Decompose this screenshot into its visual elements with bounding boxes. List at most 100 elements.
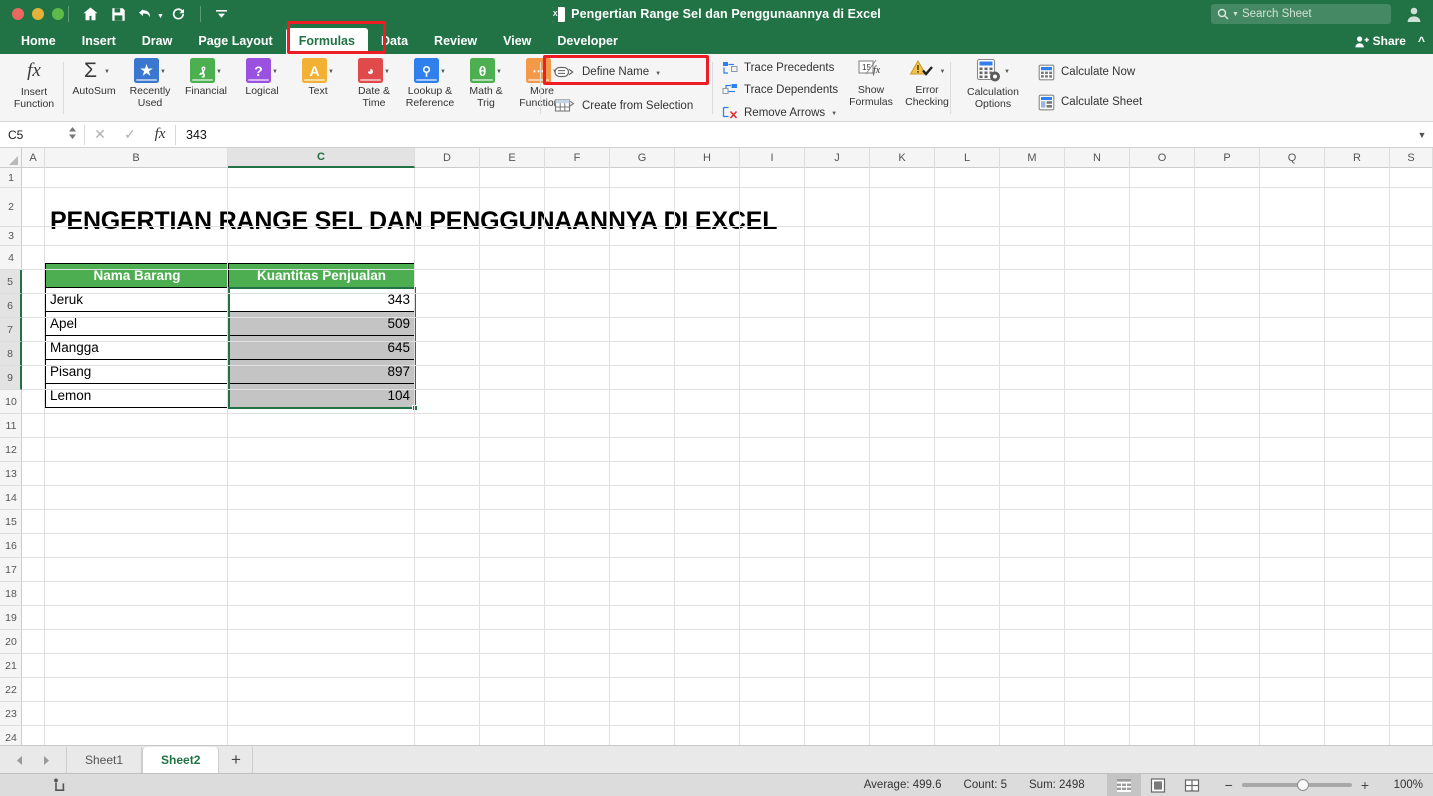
chevron-down-icon[interactable]: ▼ bbox=[384, 69, 390, 75]
remove-arrows-button[interactable]: Remove Arrows ▼ bbox=[718, 104, 841, 122]
chevron-down-icon[interactable]: ▼ bbox=[328, 69, 334, 75]
lookup-reference-button[interactable]: ⚲ ▼ Lookup & Reference bbox=[402, 54, 458, 109]
sheet-tab-sheet1[interactable]: Sheet1 bbox=[66, 747, 143, 773]
account-icon[interactable] bbox=[1405, 5, 1423, 28]
minimize-window-button[interactable] bbox=[32, 8, 44, 20]
cell-kuantitas-penjualan[interactable]: 104 bbox=[228, 383, 415, 408]
row-header-19[interactable]: 19 bbox=[0, 606, 22, 630]
tab-view[interactable]: View bbox=[490, 28, 544, 54]
chevron-down-icon[interactable]: ▼ bbox=[160, 69, 166, 75]
cell-nama-barang[interactable]: Mangga bbox=[45, 335, 229, 360]
column-header-Q[interactable]: Q bbox=[1260, 148, 1325, 168]
row-header-2[interactable]: 2 bbox=[0, 188, 22, 227]
normal-view-button[interactable] bbox=[1106, 773, 1141, 796]
column-header-L[interactable]: L bbox=[935, 148, 1000, 168]
row-header-4[interactable]: 4 bbox=[0, 246, 22, 270]
row-header-5[interactable]: 5 bbox=[0, 270, 22, 294]
cell-kuantitas-penjualan[interactable]: 897 bbox=[228, 359, 415, 384]
add-sheet-button[interactable]: + bbox=[219, 747, 254, 773]
column-header-P[interactable]: P bbox=[1195, 148, 1260, 168]
row-header-14[interactable]: 14 bbox=[0, 486, 22, 510]
zoom-out-button[interactable]: − bbox=[1225, 777, 1233, 793]
row-header-23[interactable]: 23 bbox=[0, 702, 22, 726]
cell-kuantitas-penjualan[interactable]: 343 bbox=[228, 287, 415, 312]
column-header-G[interactable]: G bbox=[610, 148, 675, 168]
tab-home[interactable]: Home bbox=[8, 28, 69, 54]
row-header-13[interactable]: 13 bbox=[0, 462, 22, 486]
chevron-down-icon[interactable]: ▼ bbox=[440, 69, 446, 75]
search-sheet-input[interactable]: ▼ Search Sheet bbox=[1211, 4, 1391, 24]
row-header-20[interactable]: 20 bbox=[0, 630, 22, 654]
column-header-N[interactable]: N bbox=[1065, 148, 1130, 168]
column-header-cell[interactable]: Nama Barang bbox=[45, 263, 229, 288]
chevron-down-icon[interactable]: ▼ bbox=[216, 69, 222, 75]
column-header-O[interactable]: O bbox=[1130, 148, 1195, 168]
confirm-icon[interactable]: ✓ bbox=[115, 126, 145, 143]
name-box[interactable]: C5 bbox=[0, 122, 84, 148]
insert-function-icon[interactable]: fx bbox=[145, 126, 175, 143]
chevron-down-icon[interactable]: ▼ bbox=[1004, 69, 1010, 75]
sheet-tab-sheet2[interactable]: Sheet2 bbox=[142, 747, 220, 773]
column-header-A[interactable]: A bbox=[22, 148, 45, 168]
row-header-9[interactable]: 9 bbox=[0, 366, 22, 390]
name-box-spinner-icon[interactable] bbox=[69, 126, 76, 139]
column-header-K[interactable]: K bbox=[870, 148, 935, 168]
formula-input[interactable]: 343 bbox=[176, 128, 1411, 142]
row-header-1[interactable]: 1 bbox=[0, 168, 22, 188]
cancel-icon[interactable]: ✕ bbox=[85, 126, 115, 143]
customize-toolbar-icon[interactable] bbox=[209, 1, 235, 27]
cell-kuantitas-penjualan[interactable]: 509 bbox=[228, 311, 415, 336]
column-header-S[interactable]: S bbox=[1390, 148, 1433, 168]
date-time-button[interactable]: ◕ ▼ Date & Time bbox=[346, 54, 402, 109]
column-header-F[interactable]: F bbox=[545, 148, 610, 168]
redo-icon[interactable] bbox=[166, 1, 192, 27]
column-header-I[interactable]: I bbox=[740, 148, 805, 168]
row-header-7[interactable]: 7 bbox=[0, 318, 22, 342]
page-layout-view-button[interactable] bbox=[1141, 774, 1175, 796]
chevron-down-icon[interactable]: ▼ bbox=[655, 71, 661, 77]
row-header-12[interactable]: 12 bbox=[0, 438, 22, 462]
chevron-down-icon[interactable]: ▼ bbox=[272, 69, 278, 75]
chevron-down-icon[interactable]: ▼ bbox=[104, 69, 110, 75]
undo-dropdown-icon[interactable]: ▼ bbox=[157, 13, 164, 20]
column-header-J[interactable]: J bbox=[805, 148, 870, 168]
trace-precedents-button[interactable]: Trace Precedents bbox=[718, 59, 838, 77]
math-trig-button[interactable]: θ ▼ Math & Trig bbox=[458, 54, 514, 109]
save-icon[interactable] bbox=[105, 1, 131, 27]
home-icon[interactable] bbox=[77, 1, 103, 27]
show-formulas-button[interactable]: 15 fx Show Formulas bbox=[843, 54, 899, 108]
column-header-cell[interactable]: Kuantitas Penjualan bbox=[228, 263, 415, 288]
column-header-H[interactable]: H bbox=[675, 148, 740, 168]
cell-nama-barang[interactable]: Apel bbox=[45, 311, 229, 336]
chevron-down-icon[interactable]: ▼ bbox=[940, 69, 946, 75]
calculation-options-button[interactable]: ▼ Calculation Options bbox=[958, 54, 1028, 110]
calculate-sheet-button[interactable]: Calculate Sheet bbox=[1034, 92, 1146, 112]
error-checking-button[interactable]: ▼ Error Checking bbox=[899, 54, 955, 108]
row-header-18[interactable]: 18 bbox=[0, 582, 22, 606]
column-header-R[interactable]: R bbox=[1325, 148, 1390, 168]
undo-icon[interactable] bbox=[133, 1, 159, 27]
cell-nama-barang[interactable]: Pisang bbox=[45, 359, 229, 384]
chevron-down-icon[interactable]: ▼ bbox=[496, 69, 502, 75]
cell-kuantitas-penjualan[interactable]: 645 bbox=[228, 335, 415, 360]
row-header-17[interactable]: 17 bbox=[0, 558, 22, 582]
trace-dependents-button[interactable]: Trace Dependents bbox=[718, 81, 842, 99]
row-header-11[interactable]: 11 bbox=[0, 414, 22, 438]
column-header-C[interactable]: C bbox=[228, 148, 415, 168]
row-header-8[interactable]: 8 bbox=[0, 342, 22, 366]
row-header-6[interactable]: 6 bbox=[0, 294, 22, 318]
accessibility-status[interactable] bbox=[0, 778, 120, 793]
calculate-now-button[interactable]: Calculate Now bbox=[1034, 62, 1146, 82]
logical-button[interactable]: ? ▼ Logical bbox=[234, 54, 290, 98]
row-header-24[interactable]: 24 bbox=[0, 726, 22, 745]
financial-button[interactable]: ₰ ▼ Financial bbox=[178, 54, 234, 98]
page-break-view-button[interactable] bbox=[1175, 774, 1209, 796]
tab-developer[interactable]: Developer bbox=[544, 28, 630, 54]
row-header-16[interactable]: 16 bbox=[0, 534, 22, 558]
column-header-D[interactable]: D bbox=[415, 148, 480, 168]
column-header-B[interactable]: B bbox=[45, 148, 228, 168]
row-header-10[interactable]: 10 bbox=[0, 390, 22, 414]
create-from-selection-button[interactable]: Create from Selection bbox=[548, 94, 699, 118]
tab-formulas[interactable]: Formulas bbox=[285, 28, 368, 54]
close-window-button[interactable] bbox=[12, 8, 24, 20]
